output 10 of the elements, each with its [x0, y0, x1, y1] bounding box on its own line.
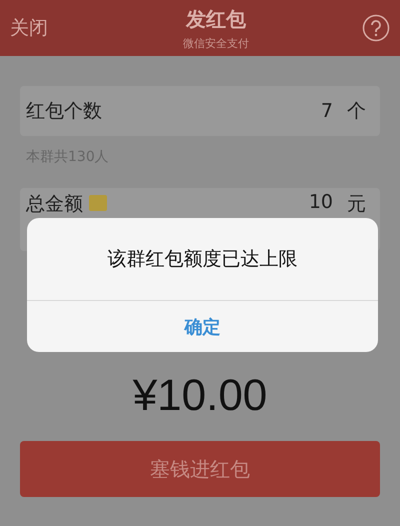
count-value: 7 — [320, 100, 333, 122]
page-subtitle: 微信安全支付 — [183, 36, 249, 50]
count-label: 红包个数 — [26, 99, 102, 124]
amount-value: 10 — [308, 191, 333, 213]
count-unit: 个 — [347, 99, 366, 124]
amount-label: 总金额 — [26, 192, 83, 217]
total-amount: ¥10.00 — [132, 371, 268, 421]
alert-message: 该群红包额度已达上限 — [27, 218, 378, 301]
page-title: 发红包 — [186, 6, 246, 32]
amount-unit: 元 — [347, 192, 366, 217]
